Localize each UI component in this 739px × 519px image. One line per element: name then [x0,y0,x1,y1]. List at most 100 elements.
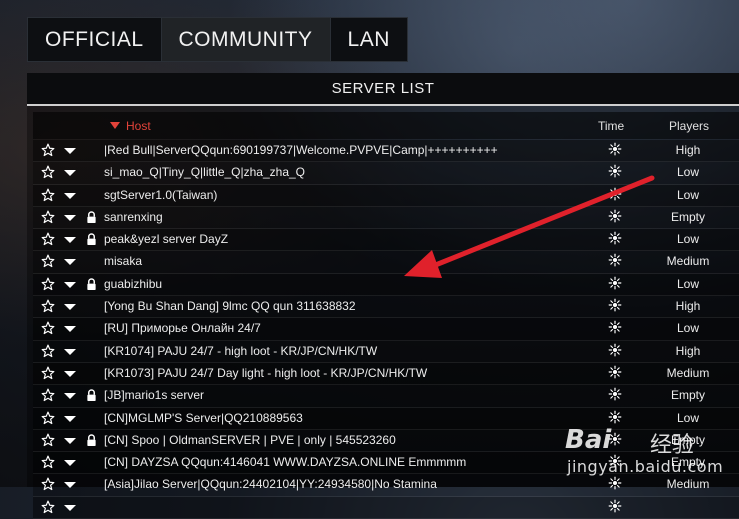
favorite-star-icon[interactable] [41,299,55,313]
expand-chevron-icon[interactable] [64,348,76,355]
expand-chevron-icon[interactable] [64,415,76,422]
lock-icon [86,233,97,246]
expand-chevron-icon[interactable] [64,482,76,489]
expand-chevron-icon[interactable] [64,393,76,400]
favorite-star-icon[interactable] [41,321,55,335]
sun-icon [608,454,622,468]
expand-chevron-icon[interactable] [64,281,76,288]
lock-icon [86,434,97,447]
sun-icon [608,410,622,424]
sun-icon [608,231,622,245]
favorite-star-icon[interactable] [41,455,55,469]
sun-icon [608,499,622,513]
favorite-star-icon[interactable] [41,254,55,268]
expand-chevron-icon[interactable] [64,326,76,333]
expand-chevron-icon[interactable] [64,237,76,244]
expand-chevron-icon[interactable] [64,214,76,221]
server-name: [KR1074] PAJU 24/7 - high loot - KR/JP/C… [104,343,378,358]
panel-title: SERVER LIST [27,73,739,106]
column-header-host[interactable]: Host [110,119,151,133]
expand-chevron-icon[interactable] [64,192,76,199]
server-row[interactable]: [RU] Приморье Онлайн 24/7 Low [33,318,739,341]
sun-icon [608,253,622,267]
server-row[interactable]: [CN] DAYZSA QQqun:4146041 WWW.DAYZSA.ONL… [33,452,739,475]
server-players: Empty [670,209,705,224]
favorite-star-icon[interactable] [41,433,55,447]
server-row[interactable]: [JB]mario1s server Empty [33,385,739,408]
favorite-star-icon[interactable] [41,500,55,514]
sun-icon [608,276,622,290]
server-row[interactable]: [Yong Bu Shan Dang] 9lmc QQ qun 31163883… [33,296,739,319]
tab-lan[interactable]: LAN [329,18,407,61]
favorite-star-icon[interactable] [41,388,55,402]
favorite-star-icon[interactable] [41,165,55,179]
favorite-star-icon[interactable] [41,411,55,425]
expand-chevron-icon[interactable] [64,504,76,511]
favorite-star-icon[interactable] [41,366,55,380]
server-row[interactable]: [Asia]Jilao Server|QQqun:24402104|YY:249… [33,474,739,497]
server-name: [KR1073] PAJU 24/7 Day light - high loot… [104,365,428,380]
favorite-star-icon[interactable] [41,344,55,358]
server-name: si_mao_Q|Tiny_Q|little_Q|zha_zha_Q [104,165,305,180]
server-row[interactable]: [CN]MGLMP'S Server|QQ210889563 Low [33,407,739,430]
server-players: Medium [666,365,710,380]
server-row[interactable]: [KR1074] PAJU 24/7 - high loot - KR/JP/C… [33,340,739,363]
server-row[interactable]: |Red Bull|ServerQQqun:690199737|Welcome.… [33,140,739,163]
favorite-star-icon[interactable] [41,210,55,224]
lock-icon [86,389,97,402]
tab-community[interactable]: COMMUNITY [160,18,330,61]
sun-icon [608,320,622,334]
server-players: Low [676,276,699,291]
server-players: Empty [670,455,705,470]
server-name: sanrenxing [104,209,163,224]
expand-chevron-icon[interactable] [64,437,76,444]
lock-icon [86,278,97,291]
sort-descending-icon [110,122,120,129]
favorite-star-icon[interactable] [41,143,55,157]
expand-chevron-icon[interactable] [64,170,76,177]
favorite-star-icon[interactable] [41,277,55,291]
server-name: [CN] Spoo | OldmanSERVER | PVE | only | … [104,432,396,447]
server-row[interactable] [33,496,739,519]
sun-icon [608,365,622,379]
expand-chevron-icon[interactable] [64,259,76,266]
server-row[interactable]: [KR1073] PAJU 24/7 Day light - high loot… [33,362,739,386]
expand-chevron-icon[interactable] [64,304,76,311]
server-name: |Red Bull|ServerQQqun:690199737|Welcome.… [104,143,498,157]
server-name: sgtServer1.0(Taiwan) [104,187,218,202]
server-row[interactable]: misaka Medium [33,251,739,274]
tab-official[interactable]: OFFICIAL [28,18,161,61]
server-name: [CN] DAYZSA QQqun:4146041 WWW.DAYZSA.ONL… [104,455,467,470]
expand-chevron-icon[interactable] [64,460,76,467]
server-name: [CN]MGLMP'S Server|QQ210889563 [104,410,303,425]
server-name: [Asia]Jilao Server|QQqun:24402104|YY:249… [104,477,437,492]
expand-chevron-icon[interactable] [64,370,76,377]
favorite-star-icon[interactable] [41,232,55,246]
server-players: Low [676,321,699,336]
server-players: High [675,299,701,314]
server-row[interactable]: si_mao_Q|Tiny_Q|little_Q|zha_zha_Q Low [33,162,739,185]
server-type-tabs: OFFICIAL COMMUNITY LAN [27,17,408,62]
column-header-players[interactable]: Players [669,119,709,133]
server-players: Low [676,232,699,247]
server-players: High [675,143,701,157]
sun-icon [608,209,622,223]
server-players: Low [676,165,699,180]
sun-icon [608,187,622,201]
favorite-star-icon[interactable] [41,188,55,202]
sun-icon [608,142,622,156]
server-row[interactable]: guabizhibu Low [33,273,739,297]
favorite-star-icon[interactable] [41,477,55,491]
server-row[interactable]: sanrenxing Empty [33,206,739,230]
column-header-time[interactable]: Time [598,119,624,133]
server-row[interactable]: peak&yezl server DayZ Low [33,229,739,252]
server-row[interactable]: sgtServer1.0(Taiwan) Low [33,184,739,207]
server-players: Low [676,410,699,425]
server-players: Medium [666,254,710,269]
sun-icon [608,343,622,357]
sun-icon [608,298,622,312]
server-row[interactable]: [CN] Spoo | OldmanSERVER | PVE | only | … [33,429,739,453]
expand-chevron-icon[interactable] [64,148,76,154]
server-name: [Yong Bu Shan Dang] 9lmc QQ qun 31163883… [104,299,356,314]
column-header-host-label: Host [126,119,151,133]
